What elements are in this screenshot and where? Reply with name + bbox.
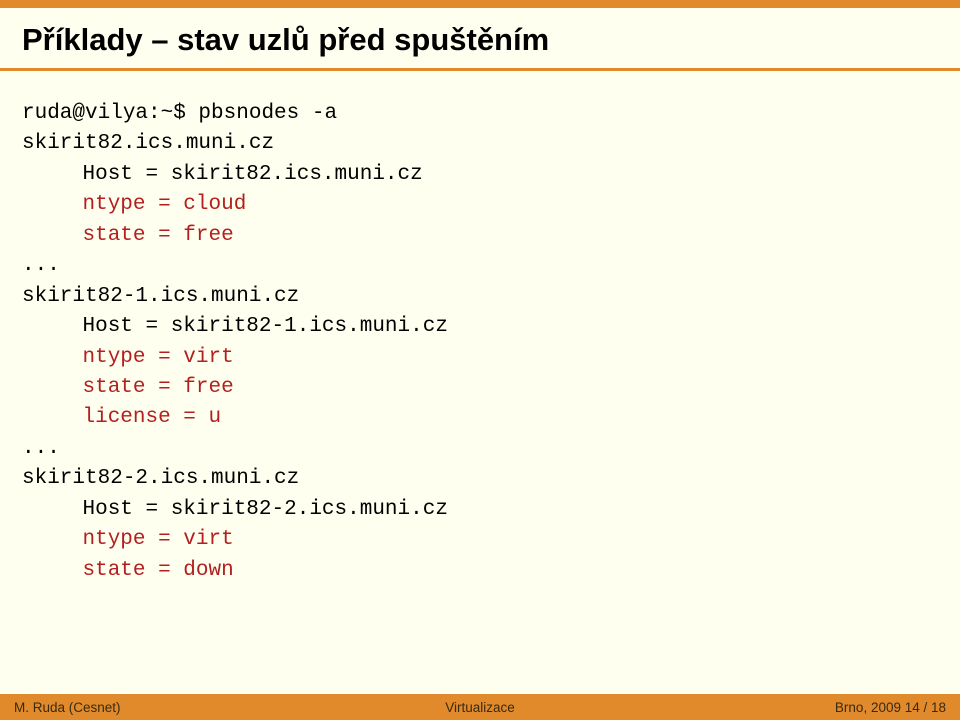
code-line: ... (22, 434, 938, 464)
top-accent-bar (0, 0, 960, 8)
footer-page: Brno, 2009 14 / 18 (635, 700, 946, 715)
footer: M. Ruda (Cesnet) Virtualizace Brno, 2009… (0, 694, 960, 720)
code-line: Host = skirit82.ics.muni.cz (22, 160, 938, 190)
code-block: ruda@vilya:~$ pbsnodes -a skirit82.ics.m… (0, 71, 960, 694)
code-line: skirit82-2.ics.muni.cz (22, 464, 938, 494)
footer-title: Virtualizace (325, 700, 636, 715)
code-line: state = free (22, 221, 938, 251)
code-line: skirit82-1.ics.muni.cz (22, 282, 938, 312)
title-block: Příklady – stav uzlů před spuštěním (0, 8, 960, 68)
code-line: state = free (22, 373, 938, 403)
code-line: Host = skirit82-2.ics.muni.cz (22, 495, 938, 525)
code-line: Host = skirit82-1.ics.muni.cz (22, 312, 938, 342)
code-line: license = u (22, 403, 938, 433)
code-line: ntype = cloud (22, 190, 938, 220)
code-line: ruda@vilya:~$ pbsnodes -a (22, 99, 938, 129)
code-line: state = down (22, 556, 938, 586)
page-title: Příklady – stav uzlů před spuštěním (22, 22, 938, 58)
footer-author: M. Ruda (Cesnet) (14, 700, 325, 715)
code-line: ... (22, 251, 938, 281)
code-line: skirit82.ics.muni.cz (22, 129, 938, 159)
code-line: ntype = virt (22, 525, 938, 555)
code-line: ntype = virt (22, 343, 938, 373)
